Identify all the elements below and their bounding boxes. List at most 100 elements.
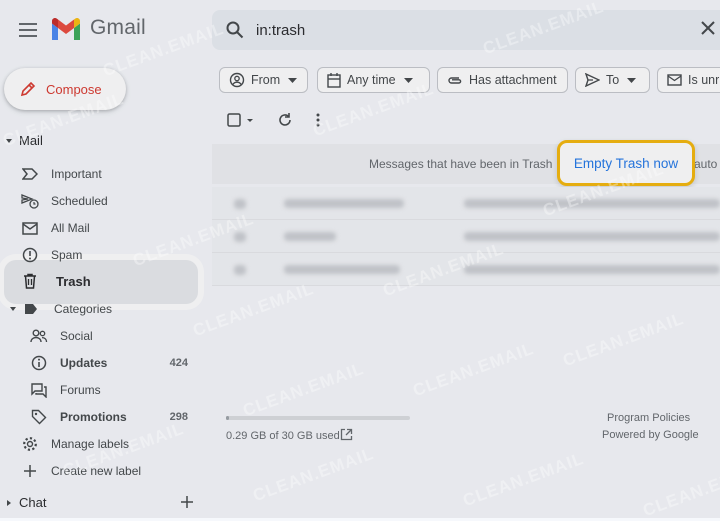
sidebar-item-label: Spam — [51, 248, 83, 262]
spam-icon — [21, 246, 39, 264]
filter-to-chip[interactable]: To — [575, 67, 650, 93]
category-label: Forums — [60, 383, 101, 397]
filter-label: Is unr — [688, 73, 720, 87]
unread-count: 298 — [169, 411, 188, 423]
category-forums[interactable]: Forums — [0, 377, 206, 403]
filter-label: Has attachment — [469, 73, 557, 87]
checkbox-icon — [227, 113, 253, 127]
main-menu-button[interactable] — [12, 14, 44, 46]
caret-right-icon — [7, 499, 11, 506]
calendar-icon — [327, 72, 341, 88]
forum-icon — [30, 381, 48, 399]
compose-label: Compose — [46, 81, 102, 97]
storage-bar-fill — [226, 416, 229, 420]
powered-by-google: Powered by Google — [602, 429, 699, 441]
watermark: CLEAN.EMAIL — [560, 308, 687, 371]
categories-heading: Categories — [54, 302, 113, 316]
gmail-m-icon — [52, 17, 80, 40]
pencil-icon — [20, 81, 36, 97]
sidebar-item-label: Important — [51, 167, 102, 181]
filter-is-unread-chip[interactable]: Is unr — [657, 67, 720, 93]
sidebar-item-scheduled[interactable]: Scheduled — [0, 188, 206, 214]
filter-label: Any time — [347, 73, 396, 87]
trash-icon — [21, 272, 39, 290]
manage-storage-link[interactable] — [340, 428, 353, 441]
search-bar[interactable] — [212, 10, 720, 50]
search-icon[interactable] — [226, 21, 244, 39]
sidebar-item-spam[interactable]: Spam — [0, 242, 206, 268]
unread-count: 424 — [169, 357, 188, 369]
gear-icon — [21, 435, 39, 453]
category-label: Updates — [60, 356, 108, 370]
category-label: Social — [60, 329, 93, 343]
compose-button[interactable]: Compose — [4, 68, 126, 110]
open-in-new-icon — [340, 428, 353, 441]
manage-labels-label: Manage labels — [51, 437, 130, 451]
people-icon — [30, 327, 48, 345]
filter-label: From — [251, 73, 281, 87]
empty-trash-now-button[interactable]: Empty Trash now — [557, 140, 695, 186]
storage-bar — [226, 416, 410, 420]
send-icon — [585, 73, 600, 87]
banner-text: Messages that have been in Trash — [369, 157, 553, 171]
label-icon — [25, 304, 37, 314]
hamburger-icon — [19, 23, 37, 37]
caret-down-icon — [6, 138, 12, 143]
program-policies-link[interactable]: Program Policies — [607, 412, 690, 424]
app-name: Gmail — [90, 16, 146, 39]
sidebar-item-label: Scheduled — [51, 194, 108, 208]
create-label-label: Create new label — [51, 464, 142, 478]
clear-search-icon[interactable] — [700, 20, 716, 36]
more-vert-icon — [316, 113, 320, 127]
banner-text-cut: auto — [694, 157, 718, 171]
category-updates[interactable]: Updates 424 — [0, 350, 206, 376]
sidebar-item-trash[interactable]: Trash — [0, 268, 206, 294]
sidebar-item-important[interactable]: Important — [0, 161, 206, 187]
dropdown-arrow-icon — [403, 77, 413, 83]
manage-labels-link[interactable]: Manage labels — [0, 431, 206, 457]
category-promotions[interactable]: Promotions 298 — [0, 404, 206, 430]
paperclip-icon — [447, 75, 463, 85]
more-actions-button[interactable] — [313, 110, 323, 130]
email-row[interactable] — [212, 253, 720, 286]
plus-icon — [181, 496, 193, 508]
refresh-button[interactable] — [276, 110, 294, 130]
filter-any-time-chip[interactable]: Any time — [317, 67, 430, 93]
sidebar-item-label: Trash — [56, 273, 91, 289]
filter-from-chip[interactable]: From — [219, 67, 308, 93]
email-row[interactable] — [212, 220, 720, 253]
category-social[interactable]: Social — [0, 323, 206, 349]
search-input[interactable] — [254, 20, 678, 40]
gmail-logo[interactable]: Gmail — [50, 16, 146, 40]
caret-down-icon — [10, 307, 16, 311]
watermark: CLEAN.EMAIL — [460, 448, 587, 511]
chat-section-header[interactable]: Chat — [4, 495, 46, 510]
start-chat-button[interactable] — [180, 495, 194, 509]
mail-section-header[interactable]: Mail — [4, 133, 43, 148]
plus-icon — [21, 462, 39, 480]
all-mail-icon — [21, 219, 39, 237]
watermark: CLEAN.EMAIL — [250, 443, 377, 506]
refresh-icon — [279, 113, 291, 126]
tag-icon — [30, 408, 48, 426]
email-row[interactable] — [212, 187, 720, 220]
mail-icon — [667, 74, 682, 86]
storage-usage-text: 0.29 GB of 30 GB used — [226, 430, 340, 442]
select-all-checkbox[interactable] — [226, 110, 256, 130]
categories-section-header[interactable]: Categories — [8, 302, 112, 316]
mail-heading: Mail — [19, 133, 43, 148]
watermark: CLEAN.EMAIL — [640, 458, 720, 521]
watermark: CLEAN.EMAIL — [410, 338, 537, 401]
dropdown-arrow-icon — [288, 77, 298, 83]
filter-has-attachment-chip[interactable]: Has attachment — [437, 67, 568, 93]
filter-label: To — [606, 73, 620, 87]
watermark: CLEAN.EMAIL — [240, 358, 367, 421]
watermark: CLEAN.EMAIL — [190, 278, 317, 341]
create-new-label-link[interactable]: Create new label — [0, 458, 206, 484]
account-circle-icon — [229, 72, 245, 88]
sidebar-item-all-mail[interactable]: All Mail — [0, 215, 206, 241]
label-important-icon — [21, 165, 39, 183]
dropdown-arrow-icon — [627, 77, 637, 83]
category-label: Promotions — [60, 410, 127, 424]
storage-usage: 0.29 GB of 30 GB used — [226, 430, 340, 442]
